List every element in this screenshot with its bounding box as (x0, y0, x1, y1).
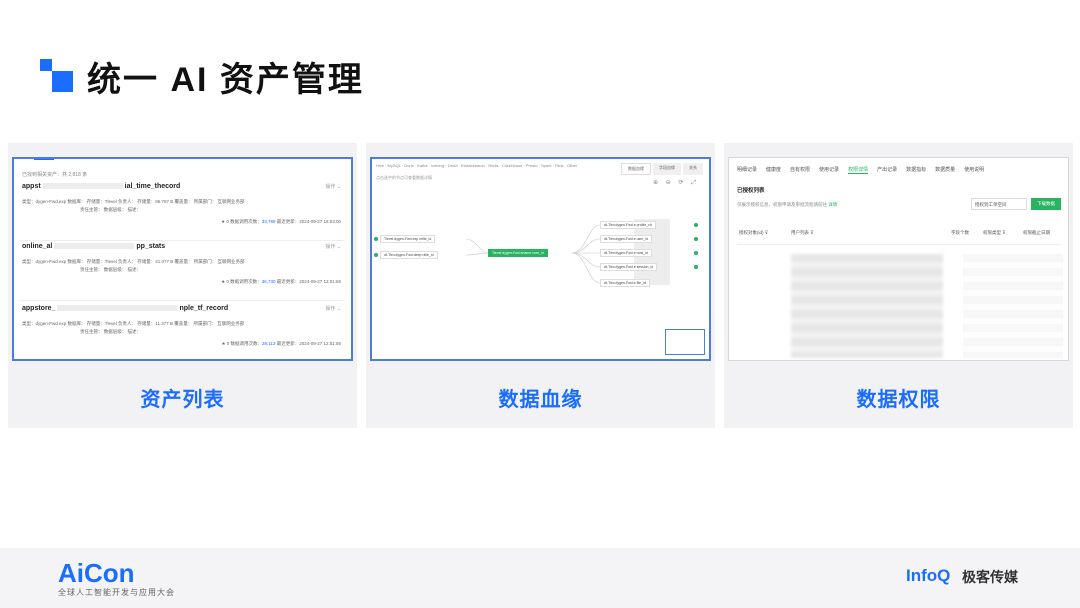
space-select[interactable]: 授权到工单空间 (971, 198, 1027, 210)
card-permissions: 明细记录 健康度 自有权限 使用记录 权限详情 产出记录 数据指标 数据质量 使… (724, 143, 1073, 428)
tab-metrics[interactable]: 数据指标 (906, 166, 926, 174)
table-divider (737, 244, 1060, 245)
column-header[interactable]: 用户列表 ⊽ (791, 230, 814, 236)
card-caption: 数据权限 (856, 389, 941, 411)
title-row: 统一 AI 资产管理 (40, 52, 364, 101)
column-header[interactable]: 权限类型 ⊽ (983, 230, 1006, 236)
card-caption: 资产列表 (140, 389, 225, 411)
asset-item[interactable]: online_al pp_stats 操作 ⌄ 类型：dygen-Fwd.exp … (20, 243, 345, 301)
card-lineage: Hive · MySQL · Doris · Kafka · Iceberg ·… (366, 143, 715, 428)
lineage-node[interactable]: dt-Tlev.dygen-Fwd.e session_id (600, 263, 658, 271)
tab-detail-records[interactable]: 明细记录 (737, 166, 757, 174)
asset-meta-2: 责任主管： 数据层级： 描述： (80, 207, 141, 212)
detail-link[interactable]: 详情 (828, 202, 837, 207)
asset-name[interactable]: appst ial_time_thecord (22, 183, 180, 190)
permission-note: 仅展示授权信息，权限申请及审批流程请前往 详情 (737, 202, 838, 207)
lineage-node[interactable]: dt-Tlev.dygen-Fwd.e rank_id (600, 249, 653, 257)
aicon-logo: AiCon (58, 558, 135, 588)
permission-tabs: 明细记录 健康度 自有权限 使用记录 权限详情 产出记录 数据指标 数据质量 使… (737, 166, 984, 174)
asset-item[interactable]: appstore_ nple_tf_record 操作 ⌄ 类型：dygen-Fw… (20, 305, 345, 359)
column-header: 字段个数 (951, 230, 969, 235)
geek-media-logo: 极客传媒 (962, 569, 1018, 585)
card-caption: 数据血缘 (498, 389, 583, 411)
minimap[interactable] (665, 329, 705, 355)
asset-stats: ★ 0 数据调用次数：36,730 最近更新：2024-09-27 12:01:… (221, 279, 341, 284)
asset-item[interactable]: appst ial_time_thecord 操作 ⌄ 类型：dygen-Fwd.… (20, 183, 345, 241)
page-title: 统一 AI 资产管理 (87, 61, 364, 99)
asset-meta-2: 责任主管： 数据层级： 描述： (80, 267, 141, 272)
aicon-tagline: 全球人工智能开发与应用大会 (58, 588, 175, 597)
tab-quality[interactable]: 数据质量 (935, 166, 955, 174)
asset-stats: ★ 0 数据调用次数：33,789 最近更新：2024-09-27 16:03:… (221, 219, 341, 224)
footer: AiCon 全球人工智能开发与应用大会 InfoQ 极客传媒 (0, 548, 1080, 608)
tab-permission-detail[interactable]: 权限详情 (848, 166, 869, 174)
title-square-icon (40, 58, 73, 95)
lineage-node[interactable]: dt-Tlev.dygen-Fwd.e user_id (600, 235, 653, 243)
download-button[interactable]: 下载数据 (1031, 198, 1061, 210)
tab-usage-records[interactable]: 使用记录 (819, 166, 839, 174)
asset-name[interactable]: appstore_ nple_tf_record (22, 305, 228, 312)
asset-name[interactable]: online_al pp_stats (22, 243, 165, 250)
tab-underline (34, 159, 54, 160)
slide: 统一 AI 资产管理 已找到相关资产：共 2,818 条 appst ial_ti… (0, 0, 1080, 608)
permissions-screenshot: 明细记录 健康度 自有权限 使用记录 权限详情 产出记录 数据指标 数据质量 使… (728, 157, 1069, 361)
asset-menu-button[interactable]: 操作 ⌄ (325, 243, 341, 250)
lineage-node-selected[interactable]: Tlevel.dygen-Fwd.ename core_id (488, 249, 548, 257)
infoq-logo: InfoQ (906, 566, 951, 585)
asset-meta: 类型：dygen-Fwd.exp 数据库： 存储量：Tlevel 负责人： 存储… (22, 321, 245, 326)
section-title: 已授权列表 (737, 188, 765, 194)
card-asset-list: 已找到相关资产：共 2,818 条 appst ial_time_thecord … (8, 143, 357, 428)
asset-meta-2: 责任主管： 数据层级： 描述： (80, 329, 141, 334)
lineage-screenshot: Hive · MySQL · Doris · Kafka · Iceberg ·… (370, 157, 711, 361)
lineage-node[interactable]: dt-Tlev.dygen-Fwd.e profile_ch (600, 221, 656, 229)
asset-stats: ★ 0 数据调用次数：39,113 最近更新：2024-09-27 12:51:… (221, 341, 341, 346)
blurred-rows-right (963, 254, 1063, 358)
lineage-node[interactable]: dt-Tlev.dygen-Fwd.e file_id (600, 279, 650, 287)
column-header: 权限截止日期 (1023, 230, 1050, 235)
asset-meta: 类型：dygen-Fwd.exp 数据库： 存储量：Tlevel 负责人： 存储… (22, 199, 245, 204)
tab-output-records[interactable]: 产出记录 (877, 166, 897, 174)
tab-health[interactable]: 健康度 (766, 166, 781, 174)
asset-count: 已找到相关资产：共 2,818 条 (22, 172, 88, 178)
column-header[interactable]: 授权对象(id) ⊽ (739, 230, 768, 236)
blurred-rows (791, 254, 943, 358)
asset-menu-button[interactable]: 操作 ⌄ (325, 183, 341, 190)
tab-own-permissions[interactable]: 自有权限 (790, 166, 810, 174)
tab-usage-guide[interactable]: 使用说明 (964, 166, 984, 174)
asset-meta: 类型：dygen-Fwd.exp 数据库： 存储量：Tlevel 负责人： 存储… (22, 259, 245, 264)
lineage-node[interactable]: Tlevel.dygen-Fwd.exp mfile_id (380, 235, 436, 243)
asset-menu-button[interactable]: 操作 ⌄ (325, 305, 341, 312)
asset-list-screenshot: 已找到相关资产：共 2,818 条 appst ial_time_thecord … (12, 157, 353, 361)
lineage-node[interactable]: dt-Tlev.dygen-Fwd.deep nfile_id (380, 251, 438, 259)
